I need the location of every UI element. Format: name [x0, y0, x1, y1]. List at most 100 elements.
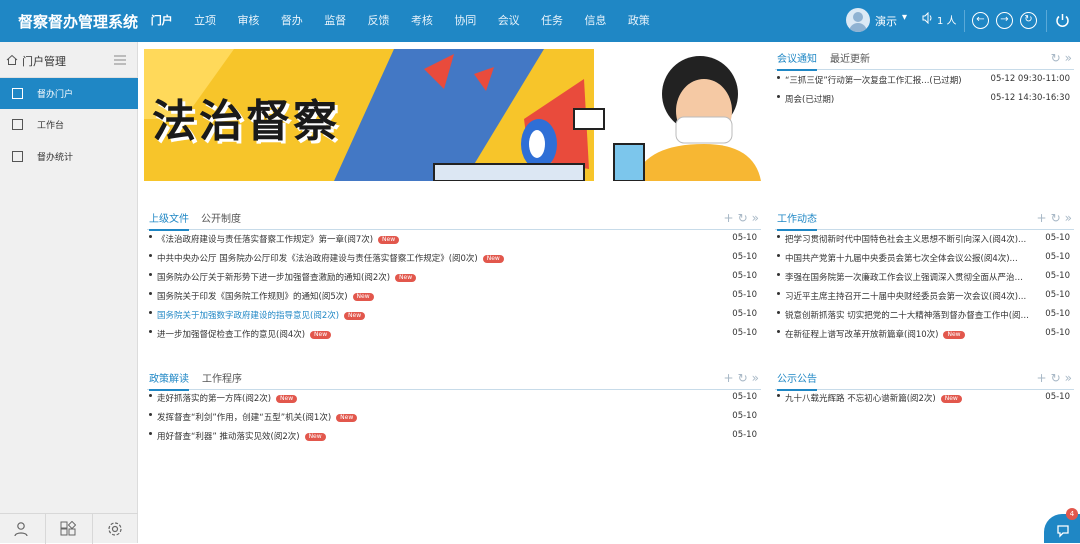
tab-superior-docs[interactable]: 上级文件: [149, 210, 189, 231]
list-item[interactable]: 走好抓落实的第一方阵(阅2次) New 05-10: [147, 389, 761, 408]
notification-badge: 4: [1066, 508, 1078, 520]
list-item[interactable]: 国务院办公厅关于新形势下进一步加强督查激励的通知(阅2次) New 05-10: [147, 268, 761, 287]
more-icon[interactable]: »: [752, 211, 759, 225]
add-icon[interactable]: +: [1037, 211, 1047, 225]
list-item[interactable]: 九十八载光辉路 不忘初心谱新篇(阅2次) New 05-10: [775, 389, 1074, 408]
item-title[interactable]: 中国共产党第十九届中央委员会第七次全体会议公报(阅4次)...: [785, 252, 1018, 264]
item-date: 05-10: [732, 252, 757, 262]
refresh-icon[interactable]: ↻: [738, 371, 748, 385]
item-title-text: 在新征程上谱写改革开放新篇章(阅10次): [785, 330, 939, 340]
nav-item-project[interactable]: 立项: [183, 0, 226, 42]
tab-meeting-notice[interactable]: 会议通知: [777, 50, 817, 71]
sidebar-item-label: 督办统计: [37, 153, 74, 163]
list-item[interactable]: 把学习贯彻新时代中国特色社会主义思想不断引向深入(阅4次)... 05-10: [775, 230, 1074, 249]
nav-item-meeting[interactable]: 会议: [487, 0, 530, 42]
nav-item-feedback[interactable]: 反馈: [357, 0, 400, 42]
sidebar-item-statistics[interactable]: 督办统计: [0, 141, 138, 172]
new-badge: New: [352, 293, 374, 301]
add-icon[interactable]: +: [1037, 371, 1047, 385]
menu-icon[interactable]: [114, 55, 126, 65]
list-item[interactable]: 锐意创新抓落实 切实把党的二十大精神落到督办督查工作中(阅3... 05-10: [775, 306, 1074, 325]
list-item[interactable]: 国务院关于加强数字政府建设的指导意见(阅2次) New 05-10: [147, 306, 761, 325]
add-icon[interactable]: +: [724, 371, 734, 385]
item-date: 05-10: [732, 233, 757, 243]
nav-item-review[interactable]: 审核: [227, 0, 270, 42]
bullet: [149, 413, 152, 416]
list-item[interactable]: 《法治政府建设与责任落实督察工作规定》第一章(阅7次) New 05-10: [147, 230, 761, 249]
item-title[interactable]: 进一步加强督促检查工作的意见(阅4次) New: [157, 328, 332, 340]
sidebar-item-portal[interactable]: 督办门户: [0, 78, 138, 109]
refresh-icon[interactable]: ↻: [738, 211, 748, 225]
chevron-down-icon[interactable]: ▾: [902, 12, 907, 23]
refresh-icon[interactable]: ↻: [1020, 12, 1037, 29]
tab-work-dynamics[interactable]: 工作动态: [777, 210, 817, 231]
nav-item-portal[interactable]: 门户: [140, 0, 183, 42]
back-icon[interactable]: ←: [972, 12, 989, 29]
tab-public-rules[interactable]: 公开制度: [201, 210, 241, 225]
nav-item-monitor[interactable]: 监督: [314, 0, 357, 42]
more-icon[interactable]: »: [1065, 211, 1072, 225]
list-item[interactable]: 发挥督查“利剑”作用，创建“五型”机关(阅1次) New 05-10: [147, 408, 761, 427]
nav-item-policy[interactable]: 政策: [617, 0, 660, 42]
item-title[interactable]: “三抓三促”行动第一次复盘工作汇报...(已过期): [785, 74, 962, 86]
list-item[interactable]: 国务院关于印发《国务院工作规则》的通知(阅5次) New 05-10: [147, 287, 761, 306]
item-title[interactable]: 国务院办公厅关于新形势下进一步加强督查激励的通知(阅2次) New: [157, 271, 417, 283]
item-title[interactable]: 国务院关于加强数字政府建设的指导意见(阅2次) New: [157, 309, 366, 321]
item-title[interactable]: 中共中央办公厅 国务院办公厅印发《法治政府建设与责任落实督察工作规定》(阅0次)…: [157, 252, 504, 264]
new-badge: New: [336, 414, 358, 422]
user-name[interactable]: 演示: [875, 13, 897, 29]
apps-icon[interactable]: [46, 514, 93, 544]
item-title[interactable]: 国务院关于印发《国务院工作规则》的通知(阅5次) New: [157, 290, 374, 302]
item-title[interactable]: 李强在国务院第一次廉政工作会议上强调深入贯彻全面从严治党...: [785, 271, 1030, 283]
more-icon[interactable]: »: [1065, 371, 1072, 385]
refresh-icon[interactable]: ↻: [1051, 51, 1061, 65]
refresh-icon[interactable]: ↻: [1051, 371, 1061, 385]
list-item[interactable]: 中共中央办公厅 国务院办公厅印发《法治政府建设与责任落实督察工作规定》(阅0次)…: [147, 249, 761, 268]
nav-item-collaboration[interactable]: 协同: [444, 0, 487, 42]
grid-icon: [12, 151, 23, 162]
item-title[interactable]: 九十八载光辉路 不忘初心谱新篇(阅2次) New: [785, 392, 962, 404]
bullet: [149, 254, 152, 257]
item-title[interactable]: 发挥督查“利剑”作用，创建“五型”机关(阅1次) New: [157, 411, 358, 423]
more-icon[interactable]: »: [1065, 51, 1072, 65]
tab-policy-interpretation[interactable]: 政策解读: [149, 370, 189, 391]
list-item[interactable]: “三抓三促”行动第一次复盘工作汇报...(已过期) 05-12 09:30-11…: [775, 71, 1074, 90]
nav-item-task[interactable]: 任务: [530, 0, 573, 42]
tab-recent-updates[interactable]: 最近更新: [830, 50, 870, 65]
settings-icon[interactable]: [93, 514, 138, 544]
item-title[interactable]: 周会(已过期): [785, 93, 834, 105]
list-item[interactable]: 用好督查“利器” 推动落实见效(阅2次) New 05-10: [147, 427, 761, 446]
online-users[interactable]: 1 人: [922, 10, 957, 30]
item-date: 05-10: [1045, 271, 1070, 281]
list-item[interactable]: 李强在国务院第一次廉政工作会议上强调深入贯彻全面从严治党... 05-10: [775, 268, 1074, 287]
add-icon[interactable]: +: [724, 211, 734, 225]
tab-public-notice[interactable]: 公示公告: [777, 370, 817, 391]
nav-item-assessment[interactable]: 考核: [400, 0, 443, 42]
item-title[interactable]: 锐意创新抓落实 切实把党的二十大精神落到督办督查工作中(阅3...: [785, 309, 1030, 321]
panel-tabs: 上级文件 公开制度 + ↻ »: [147, 208, 761, 231]
list-item[interactable]: 习近平主席主持召开二十届中央财经委员会第一次会议(阅4次)... 05-10: [775, 287, 1074, 306]
item-date: 05-10: [1045, 290, 1070, 300]
more-icon[interactable]: »: [752, 371, 759, 385]
list-item[interactable]: 在新征程上谱写改革开放新篇章(阅10次) New 05-10: [775, 325, 1074, 344]
item-title-text: 《法治政府建设与责任落实督察工作规定》第一章(阅7次): [157, 235, 374, 245]
item-title[interactable]: 习近平主席主持召开二十届中央财经委员会第一次会议(阅4次)...: [785, 290, 1026, 302]
user-icon[interactable]: [0, 514, 47, 544]
item-title[interactable]: 用好督查“利器” 推动落实见效(阅2次) New: [157, 430, 326, 442]
sidebar-item-workbench[interactable]: 工作台: [0, 109, 138, 140]
item-title[interactable]: 在新征程上谱写改革开放新篇章(阅10次) New: [785, 328, 965, 340]
list-item[interactable]: 周会(已过期) 05-12 14:30-16:30: [775, 90, 1074, 109]
nav-item-info[interactable]: 信息: [574, 0, 617, 42]
panel-tools: ↻»: [1047, 51, 1072, 65]
refresh-icon[interactable]: ↻: [1051, 211, 1061, 225]
tab-work-procedure[interactable]: 工作程序: [202, 370, 242, 385]
list-item[interactable]: 进一步加强督促检查工作的意见(阅4次) New 05-10: [147, 325, 761, 344]
item-title[interactable]: 走好抓落实的第一方阵(阅2次) New: [157, 392, 298, 404]
list-item[interactable]: 中国共产党第十九届中央委员会第七次全体会议公报(阅4次)... 05-10: [775, 249, 1074, 268]
forward-icon[interactable]: →: [996, 12, 1013, 29]
avatar[interactable]: [846, 8, 870, 32]
item-title[interactable]: 《法治政府建设与责任落实督察工作规定》第一章(阅7次) New: [157, 233, 400, 245]
power-icon[interactable]: [1054, 12, 1071, 29]
nav-item-supervise[interactable]: 督办: [270, 0, 313, 42]
item-title[interactable]: 把学习贯彻新时代中国特色社会主义思想不断引向深入(阅4次)...: [785, 233, 1026, 245]
